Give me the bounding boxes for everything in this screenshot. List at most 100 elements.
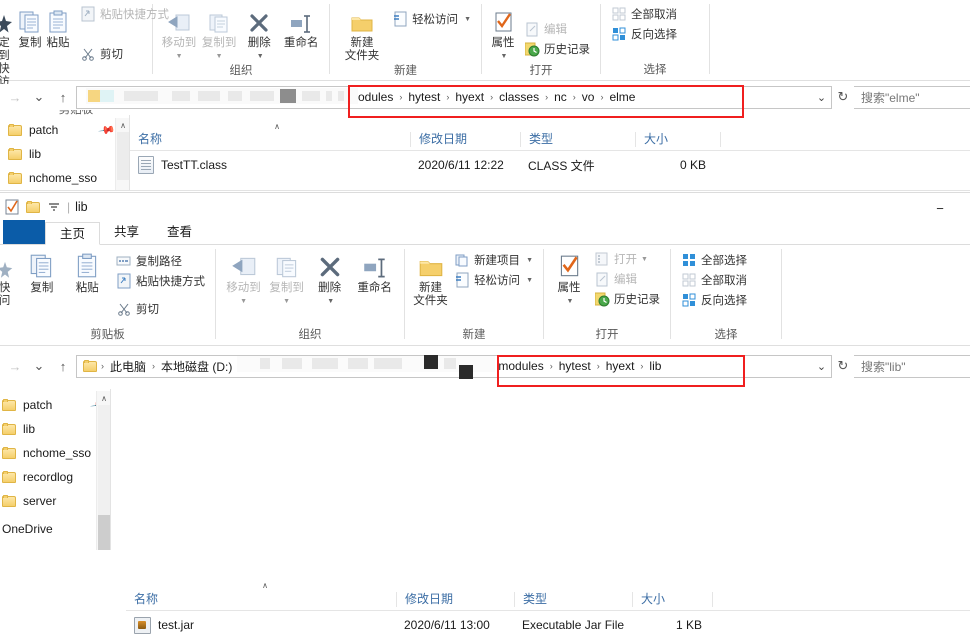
scrollbar-thumb-active[interactable] — [98, 515, 110, 550]
column-header-type-bottom[interactable]: 类型 — [514, 591, 632, 607]
pin-icon[interactable]: 📌 — [98, 121, 117, 140]
move-to-button-bottom[interactable]: 移动到 ▼ — [222, 248, 265, 308]
refresh-button-bottom[interactable]: ↻ — [834, 355, 852, 377]
breadcrumb-item-hytest[interactable]: hytest — [403, 90, 445, 104]
breadcrumb-item-hyext-bottom[interactable]: hyext — [601, 359, 640, 373]
check-document-icon[interactable] — [4, 199, 20, 215]
forward-button[interactable]: → — [4, 86, 26, 108]
column-header-name[interactable]: 名称 — [130, 132, 410, 147]
list-collapse-arrow-icon-bottom[interactable]: ∧ — [258, 578, 272, 592]
properties-button-bottom[interactable]: 属性 ▼ — [550, 248, 588, 308]
forward-button-bottom[interactable]: → — [4, 355, 26, 377]
file-row-top[interactable]: TestTT.class 2020/6/11 12:22 CLASS 文件 0 … — [130, 153, 970, 177]
properties-button[interactable]: 属性 ▼ — [488, 3, 518, 63]
invert-selection-button[interactable]: 反向选择 — [607, 24, 681, 44]
file-size-cell-bottom: 1 KB — [675, 618, 702, 632]
nav-item-onedrive[interactable]: OneDrive — [0, 517, 110, 541]
delete-button-bottom[interactable]: 删除 ▼ — [308, 248, 351, 308]
cut-label: 剪切 — [135, 304, 159, 316]
breadcrumb-item-this-pc[interactable]: 此电脑 — [105, 358, 151, 375]
tab-view[interactable]: 查看 — [153, 221, 206, 244]
recent-locations-button-bottom[interactable]: ⌄ — [28, 355, 50, 377]
select-all-button[interactable]: 全部选择 — [677, 250, 751, 270]
up-button-bottom[interactable]: ↑ — [52, 355, 74, 377]
easy-access-button[interactable]: 轻松访问 ▼ — [388, 9, 475, 29]
new-folder-button-bottom[interactable]: 新建 文件夹 — [411, 248, 450, 308]
scroll-up-arrow-icon[interactable]: ∧ — [116, 118, 130, 132]
new-item-button[interactable]: 新建项目 ▼ — [450, 250, 537, 270]
column-header-row-bottom: 名称 修改日期 类型 大小 — [126, 588, 970, 611]
history-button-bottom[interactable]: 历史记录 — [590, 289, 664, 309]
easy-access-button-bottom[interactable]: 轻松访问 ▼ — [450, 270, 537, 290]
file-row-bottom[interactable]: test.jar 2020/6/11 13:00 Executable Jar … — [126, 613, 970, 637]
address-dropdown-button-bottom[interactable]: ⌄ — [812, 357, 831, 376]
search-box-top[interactable]: 搜索"elme" — [854, 85, 970, 109]
file-menu-tab[interactable] — [3, 220, 45, 244]
invert-selection-button-bottom[interactable]: 反向选择 — [677, 290, 751, 310]
search-box-bottom[interactable]: 搜索"lib" — [854, 354, 970, 378]
history-button[interactable]: 历史记录 — [520, 39, 594, 59]
breadcrumb-item-lib-bottom[interactable]: lib — [644, 359, 666, 373]
minimize-button[interactable]: − — [928, 201, 952, 216]
edit-button[interactable]: 编辑 — [520, 19, 594, 39]
nav-pane-scrollbar-bottom[interactable]: ∧ — [96, 391, 111, 550]
column-header-modified-bottom[interactable]: 修改日期 — [396, 591, 514, 607]
nav-pane-scrollbar-top[interactable]: ∧ — [115, 118, 130, 190]
copy-to-button-bottom[interactable]: 复制到 ▼ — [265, 248, 308, 308]
tab-home[interactable]: 主页 — [45, 222, 101, 245]
column-header-name-bottom[interactable]: 名称 — [126, 592, 396, 607]
scrollbar-thumb[interactable] — [98, 405, 110, 515]
nav-item-nchome-sso[interactable]: nchome_sso — [0, 166, 120, 190]
copy-button[interactable]: 复制 — [16, 3, 44, 50]
rename-button-bottom[interactable]: 重命名 — [351, 248, 398, 295]
breadcrumb-item-elme[interactable]: elme — [604, 90, 640, 104]
breadcrumb-item-hytest-bottom[interactable]: hytest — [554, 359, 596, 373]
delete-icon — [247, 5, 271, 35]
pin-to-quick-access-label-1: 定到快 — [0, 37, 10, 75]
column-header-type[interactable]: 类型 — [520, 131, 635, 147]
delete-button[interactable]: 删除 ▼ — [239, 3, 279, 63]
breadcrumb-item-classes[interactable]: classes — [494, 90, 544, 104]
scroll-up-arrow-icon[interactable]: ∧ — [97, 391, 111, 405]
breadcrumb-item-nc[interactable]: nc — [549, 90, 572, 104]
paste-button-bottom[interactable]: 粘贴 — [65, 248, 110, 295]
nav-item-patch-bottom[interactable]: patch 📌 — [0, 393, 110, 417]
new-folder-button[interactable]: 新建 文件夹 — [336, 3, 388, 63]
column-header-modified[interactable]: 修改日期 — [410, 131, 520, 147]
column-header-size[interactable]: 大小 — [635, 131, 720, 147]
recent-locations-button[interactable]: ⌄ — [28, 86, 50, 108]
select-none-button-bottom[interactable]: 全部取消 — [677, 270, 751, 290]
pin-to-quick-access-button-bottom[interactable]: 快 问 — [0, 248, 19, 308]
breadcrumb-item-hyext[interactable]: hyext — [450, 90, 489, 104]
nav-item-lib[interactable]: lib — [0, 142, 120, 166]
nav-item-recordlog[interactable]: recordlog — [0, 465, 110, 489]
list-collapse-arrow-icon[interactable]: ∧ — [270, 119, 284, 133]
move-to-button[interactable]: 移动到 ▼ — [159, 3, 199, 63]
tab-share[interactable]: 共享 — [100, 221, 153, 244]
paste-shortcut-button-bottom[interactable]: 粘贴快捷方式 — [112, 271, 209, 291]
folder-icon[interactable] — [25, 199, 41, 215]
up-button[interactable]: ↑ — [52, 86, 74, 108]
edit-button-bottom[interactable]: 编辑 — [590, 269, 664, 289]
breadcrumb-item-local-disk-d[interactable]: 本地磁盘 (D:) — [156, 358, 237, 375]
select-none-button[interactable]: 全部取消 — [607, 4, 681, 24]
rename-button[interactable]: 重命名 — [279, 3, 323, 50]
nav-item-lib-bottom[interactable]: lib — [0, 417, 110, 441]
address-dropdown-button[interactable]: ⌄ — [812, 88, 831, 107]
pane-divider-bottom — [110, 389, 111, 550]
copy-button-bottom[interactable]: 复制 — [19, 248, 64, 295]
breadcrumb-item-vo[interactable]: vo — [577, 90, 600, 104]
paste-button[interactable]: 粘贴 — [44, 3, 72, 50]
copy-path-button[interactable]: 复制路径 — [112, 251, 209, 271]
column-header-size-bottom[interactable]: 大小 — [632, 591, 712, 607]
refresh-button[interactable]: ↻ — [834, 86, 852, 108]
nav-item-nchome-sso-bottom[interactable]: nchome_sso — [0, 441, 110, 465]
breadcrumb-item-modules-bottom[interactable]: modules — [493, 359, 548, 373]
scrollbar-thumb[interactable] — [117, 132, 129, 180]
copy-to-button[interactable]: 复制到 ▼ — [199, 3, 239, 63]
customize-quick-access-icon[interactable] — [46, 199, 62, 215]
cut-button-bottom[interactable]: 剪切 — [112, 299, 209, 319]
open-button[interactable]: 打开 ▼ — [590, 249, 664, 269]
nav-item-server[interactable]: server — [0, 489, 110, 513]
nav-item-patch[interactable]: patch 📌 — [0, 118, 120, 142]
